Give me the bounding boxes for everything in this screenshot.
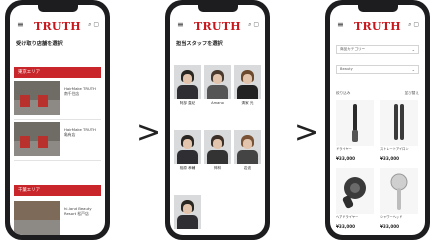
product-card[interactable]: ヘアドライヤー ¥33,000 [336, 168, 374, 235]
store-item[interactable]: HairMake TRUTH 南千住店 [14, 81, 101, 117]
subcategory-select-value: Beauty [340, 67, 353, 71]
region-header-tokyo: 東京エリア [14, 67, 101, 78]
staff-card[interactable]: 阿部 直紀 [174, 65, 201, 106]
product-name: ストレートアイロン [380, 147, 409, 151]
store-branch: Resort 松戸店 [64, 211, 89, 217]
phone-notch [37, 5, 78, 12]
sort-button[interactable]: 並び替え [405, 91, 419, 96]
staff-name: 相原 孝輔 [179, 166, 196, 170]
phone-staff-select: ≡ TRUTH ⌕ ▢ 担当スタッフを選択 阿部 直紀 Amano 清家 光 相… [165, 0, 270, 240]
product-card[interactable]: ドライヤー ¥33,000 [336, 100, 374, 168]
screen: ≡ TRUTH ⌕ ▢ 商品カテゴリー ⌄ Beauty ⌄ 絞り込み 並び替え… [330, 5, 425, 235]
screen: ≡ TRUTH ⌕ ▢ 受け取り店舗を選択 東京エリア HairMake TRU… [10, 5, 105, 235]
phone-notch [357, 5, 398, 12]
chevron-down-icon: ⌄ [411, 47, 415, 52]
page-title: 担当スタッフを選択 [176, 41, 223, 47]
staff-card[interactable]: 相原 孝輔 [174, 130, 201, 171]
store-item[interactable]: hi-land Beauty Resort 松戸店 [14, 201, 101, 235]
product-image [380, 100, 418, 146]
chevron-down-icon: ⌄ [411, 67, 415, 72]
staff-name: Amano [211, 101, 224, 105]
staff-card[interactable]: 神林 [204, 130, 231, 171]
store-photo [14, 201, 60, 235]
product-price: ¥33,000 [336, 224, 356, 229]
screen: ≡ TRUTH ⌕ ▢ 担当スタッフを選択 阿部 直紀 Amano 清家 光 相… [170, 5, 265, 235]
store-photo [14, 81, 60, 115]
store-branch: 南千住店 [64, 91, 80, 97]
staff-card[interactable]: Amano [204, 65, 231, 106]
hair-dryer-icon [342, 177, 366, 209]
shower-head-icon [390, 173, 408, 210]
staff-name: 神林 [213, 166, 222, 170]
product-name: シャワーヘッド [380, 215, 403, 219]
staff-card[interactable]: 岩波 [234, 130, 261, 171]
phone-store-select: ≡ TRUTH ⌕ ▢ 受け取り店舗を選択 東京エリア HairMake TRU… [5, 0, 110, 240]
next-step-arrow: > [294, 115, 320, 150]
next-step-arrow: > [136, 115, 162, 150]
region-header-chiba: 千葉エリア [14, 185, 101, 196]
divider [14, 160, 101, 161]
divider [14, 119, 101, 120]
product-name: ドライヤー [336, 147, 352, 151]
phone-notch [197, 5, 238, 12]
filter-button[interactable]: 絞り込み [336, 91, 350, 96]
product-price: ¥33,000 [336, 156, 356, 161]
staff-name: 清家 光 [241, 101, 254, 105]
app-header: ≡ TRUTH ⌕ ▢ [10, 17, 105, 35]
app-header: ≡ TRUTH ⌕ ▢ [170, 17, 265, 35]
curling-iron-icon [352, 104, 358, 142]
product-card[interactable]: ストレートアイロン ¥33,000 [380, 100, 418, 168]
straightener-icon [394, 104, 404, 140]
category-select[interactable]: 商品カテゴリー ⌄ [336, 45, 419, 54]
search-cart-icons[interactable]: ⌕ ▢ [248, 22, 259, 28]
app-header: ≡ TRUTH ⌕ ▢ [330, 17, 425, 35]
product-price: ¥33,000 [380, 224, 400, 229]
category-select-value: 商品カテゴリー [340, 47, 366, 51]
product-image [380, 168, 418, 214]
store-branch: 亀有店 [64, 132, 76, 138]
staff-card[interactable] [174, 195, 201, 235]
staff-card[interactable]: 清家 光 [234, 65, 261, 106]
staff-name: 岩波 [243, 166, 252, 170]
product-image [336, 100, 374, 146]
search-cart-icons[interactable]: ⌕ ▢ [88, 22, 99, 28]
staff-name: 阿部 直紀 [179, 101, 196, 105]
store-photo [14, 122, 60, 156]
product-name: ヘアドライヤー [336, 215, 359, 219]
subcategory-select[interactable]: Beauty ⌄ [336, 65, 419, 74]
page-title: 受け取り店舗を選択 [16, 41, 63, 47]
product-card[interactable]: シャワーヘッド ¥33,000 [380, 168, 418, 235]
phone-product-list: ≡ TRUTH ⌕ ▢ 商品カテゴリー ⌄ Beauty ⌄ 絞り込み 並び替え… [325, 0, 430, 240]
store-item[interactable]: HairMake TRUTH 亀有店 [14, 122, 101, 158]
search-cart-icons[interactable]: ⌕ ▢ [408, 22, 419, 28]
product-price: ¥33,000 [380, 156, 400, 161]
product-image [336, 168, 374, 214]
